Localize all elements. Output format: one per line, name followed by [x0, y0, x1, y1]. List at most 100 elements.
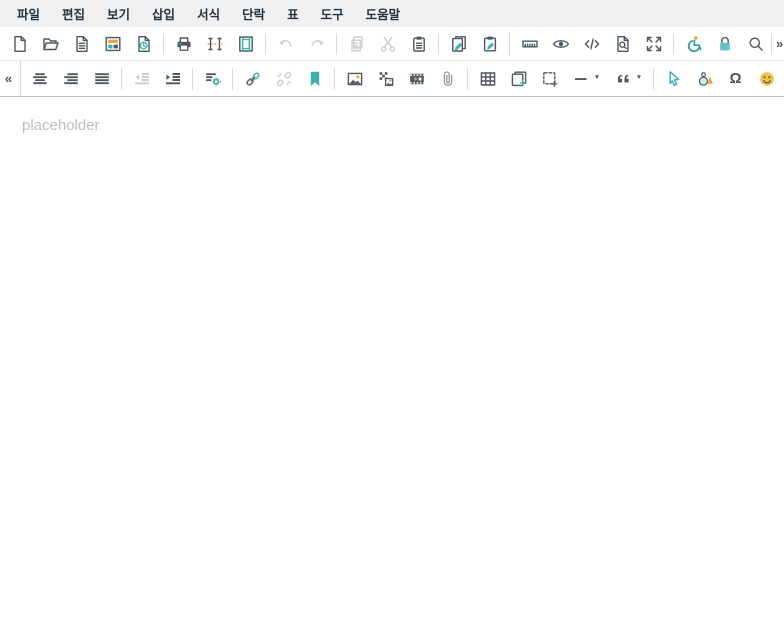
fullscreen-icon [644, 34, 664, 54]
format-settings-button[interactable] [197, 65, 228, 93]
unlink-button[interactable] [268, 65, 299, 93]
undo-button[interactable] [270, 30, 301, 58]
document-icon [72, 34, 92, 54]
paste-button[interactable] [403, 30, 434, 58]
separator [336, 33, 337, 55]
ruler-button[interactable] [514, 30, 545, 58]
menu-file[interactable]: 파일 [6, 1, 51, 26]
paste-icon [409, 34, 429, 54]
bookmark-button[interactable] [299, 65, 330, 93]
separator [771, 33, 772, 55]
horizontal-rule-button[interactable]: ▼ [565, 65, 607, 93]
find-in-document-button[interactable] [607, 30, 638, 58]
menu-table[interactable]: 표 [276, 1, 310, 26]
special-character-button[interactable]: Ω [720, 65, 751, 93]
toolbar-row-2: « [0, 61, 784, 96]
recent-document-button[interactable] [128, 30, 159, 58]
align-right-button[interactable] [55, 65, 86, 93]
attachment-button[interactable] [432, 65, 463, 93]
image-button[interactable] [339, 65, 370, 93]
dropdown-arrow-icon: ▼ [594, 75, 600, 82]
emoticons-button[interactable] [751, 65, 782, 93]
unlink-icon [274, 69, 294, 89]
paste-clean-button[interactable] [474, 30, 505, 58]
redo-button[interactable] [301, 30, 332, 58]
image-icon [345, 69, 365, 89]
paste-with-format-icon [449, 34, 469, 54]
separator [509, 33, 510, 55]
copy-icon [347, 34, 367, 54]
indent-button[interactable] [157, 65, 188, 93]
edit-image-button[interactable] [370, 65, 401, 93]
page-borders-button[interactable] [230, 30, 261, 58]
document-button[interactable] [66, 30, 97, 58]
separator [192, 68, 193, 90]
accessibility-icon [684, 34, 704, 54]
shapes-icon [695, 69, 715, 89]
smiley-icon [757, 69, 777, 89]
editor-placeholder: placeholder [22, 117, 100, 134]
preview-button[interactable] [545, 30, 576, 58]
toolbar: » « [0, 27, 784, 97]
table-icon [478, 69, 498, 89]
indent-icon [163, 69, 183, 89]
link-icon [243, 69, 263, 89]
fullscreen-button[interactable] [638, 30, 669, 58]
toolbar-collapse-button[interactable]: « [0, 65, 17, 93]
cut-button[interactable] [372, 30, 403, 58]
justify-button[interactable] [86, 65, 117, 93]
lock-button[interactable] [709, 30, 740, 58]
link-button[interactable] [237, 65, 268, 93]
outdent-button[interactable] [126, 65, 157, 93]
blockquote-icon [614, 69, 634, 89]
source-code-button[interactable] [576, 30, 607, 58]
rich-text-editor: 파일 편집 보기 삽입 서식 단락 표 도구 도움말 [0, 0, 784, 625]
search-button[interactable] [740, 30, 771, 58]
page-width-button[interactable] [199, 30, 230, 58]
accessibility-check-button[interactable] [678, 30, 709, 58]
paperclip-icon [438, 69, 458, 89]
menu-view[interactable]: 보기 [96, 1, 141, 26]
toolbar-overflow-more-button[interactable]: » [776, 30, 783, 58]
media-icon [407, 69, 427, 89]
insert-plus-icon [509, 69, 529, 89]
bookmark-icon [305, 69, 325, 89]
redo-icon [307, 34, 327, 54]
blockquote-button[interactable]: ▼ [607, 65, 649, 93]
justify-icon [92, 69, 112, 89]
align-right-icon [61, 69, 81, 89]
select-area-button[interactable] [534, 65, 565, 93]
menu-edit[interactable]: 편집 [51, 1, 96, 26]
menu-paragraph[interactable]: 단락 [231, 1, 276, 26]
menubar: 파일 편집 보기 삽입 서식 단락 표 도구 도움말 [0, 0, 784, 27]
copy-button[interactable] [341, 30, 372, 58]
open-file-button[interactable] [35, 30, 66, 58]
page-template-button[interactable] [97, 30, 128, 58]
separator [653, 68, 654, 90]
menu-format[interactable]: 서식 [186, 1, 231, 26]
separator [265, 33, 266, 55]
select-cursor-button[interactable] [658, 65, 689, 93]
align-center-button[interactable] [24, 65, 55, 93]
separator [334, 68, 335, 90]
editor-canvas[interactable]: placeholder [0, 97, 784, 625]
menu-insert[interactable]: 삽입 [141, 1, 186, 26]
shapes-button[interactable] [689, 65, 720, 93]
menu-help[interactable]: 도움말 [355, 1, 412, 26]
code-icon [582, 34, 602, 54]
insert-template-button[interactable] [503, 65, 534, 93]
new-document-button[interactable] [4, 30, 35, 58]
ruler-icon [520, 34, 540, 54]
separator [673, 33, 674, 55]
find-document-icon [613, 34, 633, 54]
menu-tools[interactable]: 도구 [310, 1, 355, 26]
media-button[interactable] [401, 65, 432, 93]
eye-icon [551, 34, 571, 54]
separator [121, 68, 122, 90]
cursor-icon [664, 69, 684, 89]
recent-document-icon [134, 34, 154, 54]
print-button[interactable] [168, 30, 199, 58]
align-center-icon [30, 69, 50, 89]
table-button[interactable] [472, 65, 503, 93]
paste-with-format-button[interactable] [443, 30, 474, 58]
